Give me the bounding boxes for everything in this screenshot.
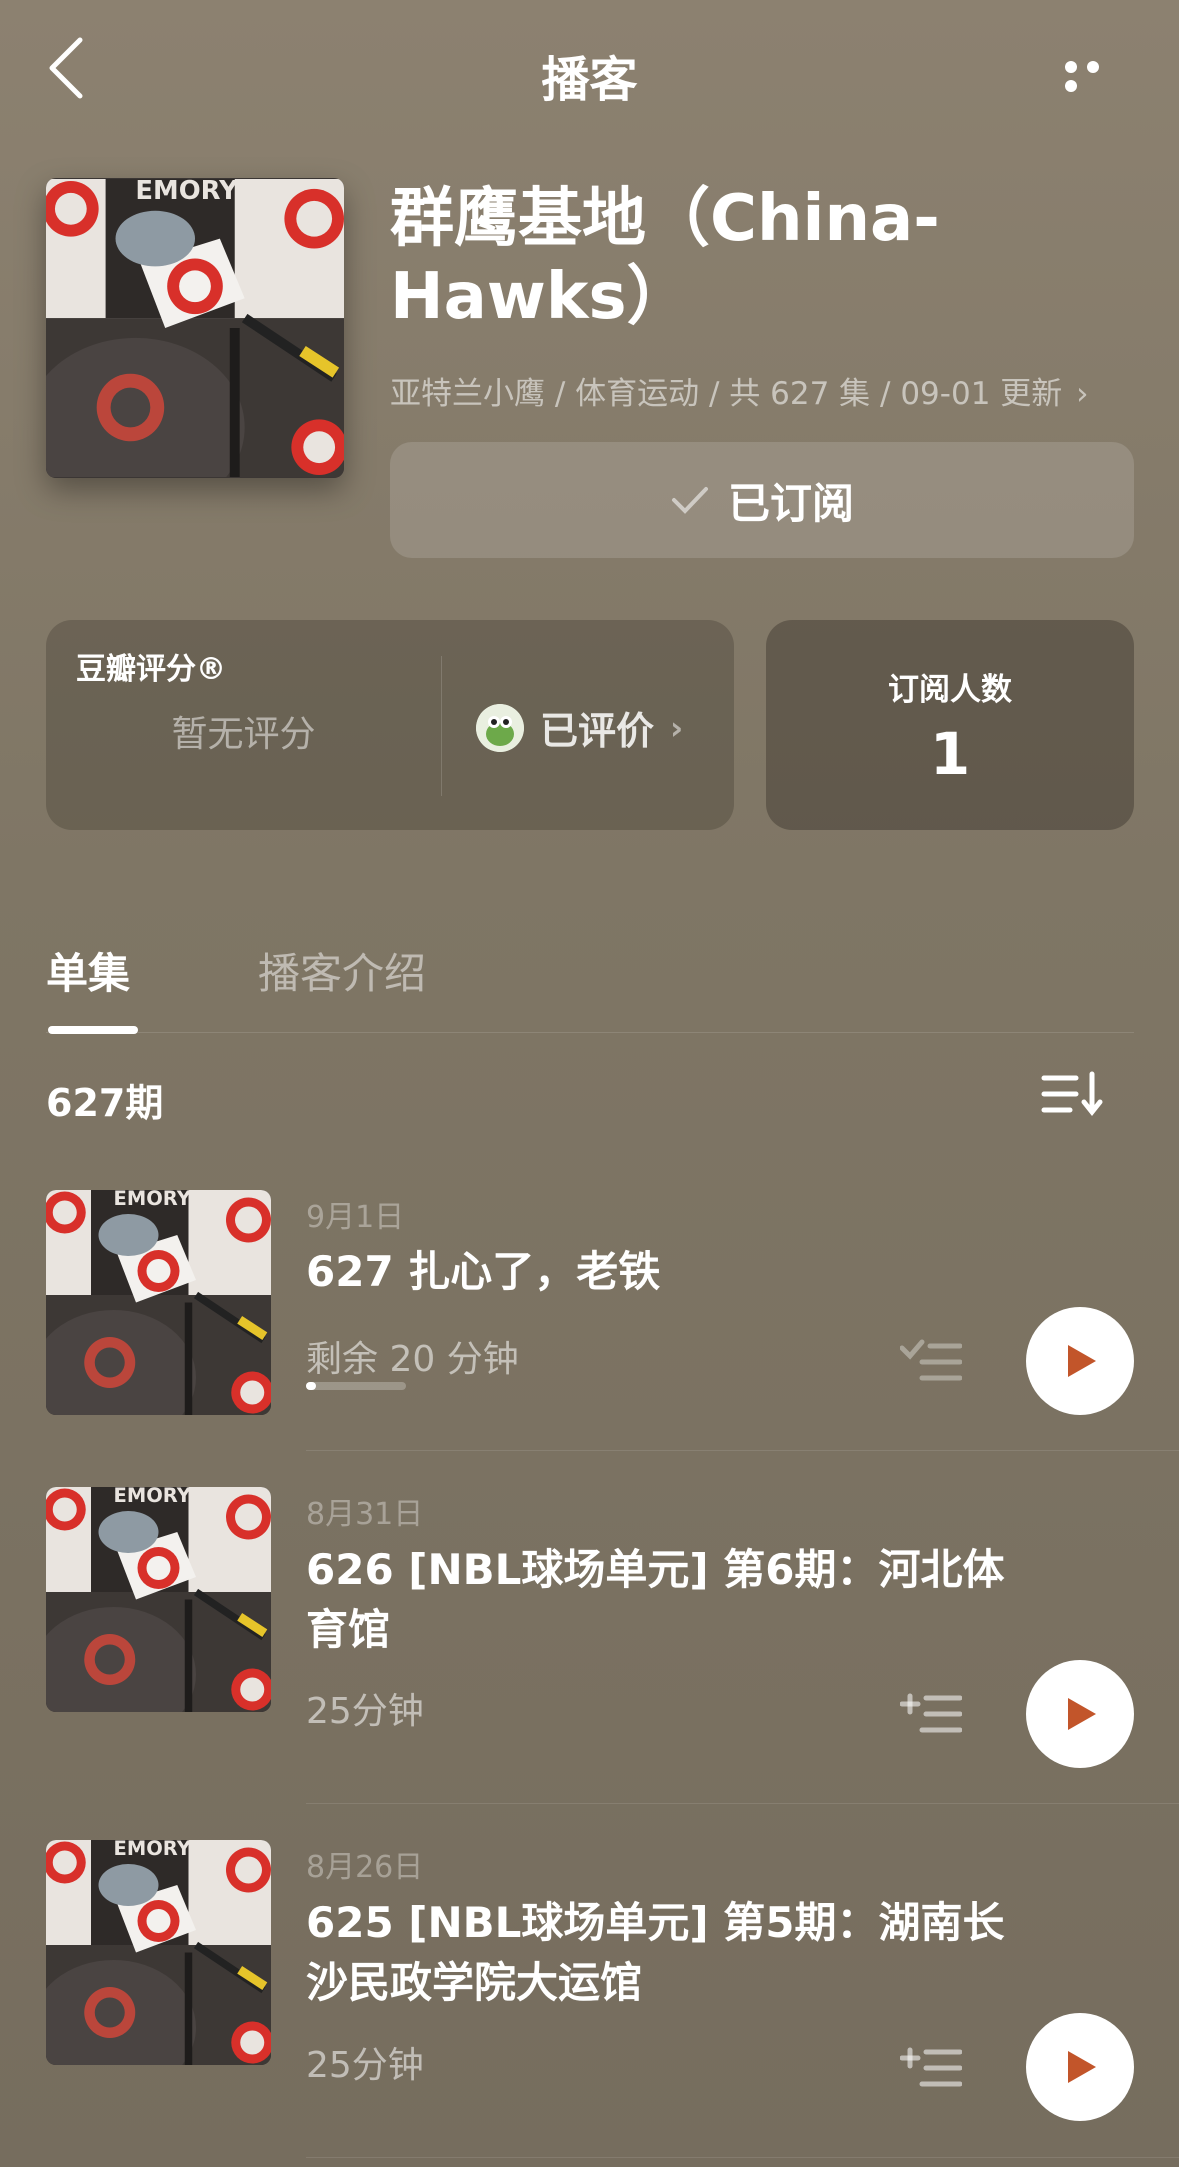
subscribed-button[interactable]: 已订阅 <box>390 442 1134 558</box>
episode-duration: 25分钟 <box>306 2045 424 2086</box>
checkmark-icon <box>671 487 708 514</box>
play-icon <box>1068 1345 1096 1377</box>
divider <box>46 1032 1134 1033</box>
episode-duration: 25分钟 <box>306 1691 424 1732</box>
douban-rating-card: 豆瓣评分® 暂无评分 已评价 › <box>46 620 734 830</box>
tab-podcast-intro[interactable]: 播客介绍 <box>258 940 426 1001</box>
play-button[interactable] <box>1026 1660 1134 1768</box>
episode-cover[interactable] <box>46 1487 271 1712</box>
episode-progress-fill <box>306 1382 316 1390</box>
episode-cover[interactable] <box>46 1840 271 2065</box>
divider <box>306 1803 1179 1804</box>
divider <box>306 1450 1179 1451</box>
active-tab-indicator <box>48 1026 138 1034</box>
play-icon <box>1068 1698 1096 1730</box>
subscriber-count-card: 订阅人数 1 <box>766 620 1134 830</box>
page-title: 播客 <box>541 52 638 108</box>
play-button[interactable] <box>1026 2013 1134 2121</box>
chevron-right-icon: › <box>1076 376 1089 412</box>
subscribed-label: 已订阅 <box>727 478 854 528</box>
rating-title: 豆瓣评分® <box>76 652 226 687</box>
queued-check-list-icon[interactable] <box>900 1338 962 1384</box>
podcast-cover[interactable] <box>46 178 344 478</box>
chevron-right-icon: › <box>670 708 684 747</box>
podcast-meta-text: 亚特兰小鹰 / 体育运动 / 共 627 集 / 09-01 更新 <box>390 376 1063 412</box>
subscriber-count: 1 <box>929 720 971 788</box>
podcast-title: 群鹰基地（China-Hawks） <box>390 182 940 334</box>
subscriber-count-label: 订阅人数 <box>888 672 1012 708</box>
play-button[interactable] <box>1026 1307 1134 1415</box>
rated-button[interactable]: 已评价 › <box>476 700 683 755</box>
episode-date: 8月26日 <box>306 1850 424 1885</box>
episode-title[interactable]: 625 [NBL球场单元] 第5期：湖南长沙民政学院大运馆 <box>306 1893 1006 2013</box>
add-to-list-icon[interactable] <box>900 1690 962 1736</box>
divider <box>306 2157 1179 2158</box>
episode-progress-bar <box>306 1382 406 1390</box>
episode-cover[interactable] <box>46 1190 271 1415</box>
no-rating-text: 暂无评分 <box>171 714 316 755</box>
episode-title[interactable]: 627 扎心了，老铁 <box>306 1242 1006 1302</box>
episode-remaining: 剩余 20 分钟 <box>306 1339 519 1380</box>
play-icon <box>1068 2051 1096 2083</box>
podcast-meta[interactable]: 亚特兰小鹰 / 体育运动 / 共 627 集 / 09-01 更新 › <box>390 368 1089 413</box>
rated-label: 已评价 <box>540 709 655 753</box>
divider <box>441 656 442 796</box>
episode-date: 9月1日 <box>306 1200 405 1235</box>
more-options-icon[interactable] <box>1065 58 1129 92</box>
avatar <box>476 703 524 752</box>
episode-count: 627期 <box>46 1081 164 1125</box>
add-to-list-icon[interactable] <box>900 2044 962 2090</box>
episode-date: 8月31日 <box>306 1497 424 1532</box>
sort-icon[interactable] <box>1040 1070 1106 1118</box>
tab-episodes[interactable]: 单集 <box>46 940 130 1001</box>
episode-title[interactable]: 626 [NBL球场单元] 第6期：河北体育馆 <box>306 1540 1006 1660</box>
